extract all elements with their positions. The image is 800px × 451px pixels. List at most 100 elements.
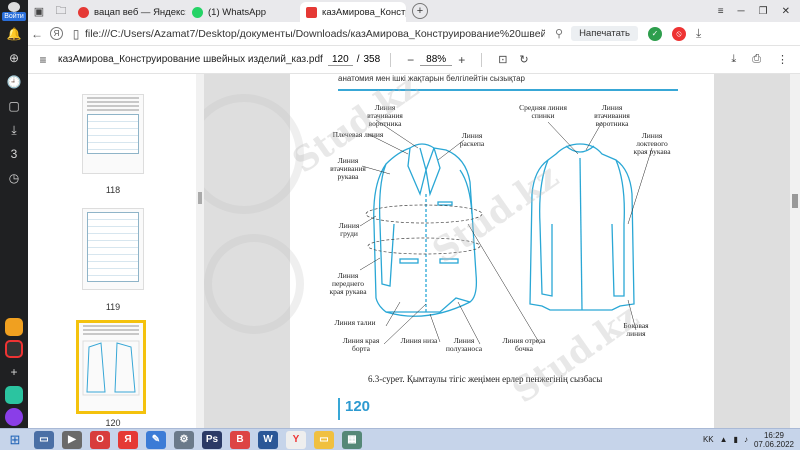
music-icon[interactable]: ◷ — [0, 166, 28, 190]
tab-bar: ▣ 🗀 вацап веб — Яндекс: наш (1) WhatsApp… — [28, 0, 800, 22]
taskbar: ⊞ ▭ ▶ O Я ✎ ⚙ Ps B W Y ▭ ▦ KK ▲ ▮ ♪ 16:2… — [0, 428, 800, 450]
pdf-icon — [306, 6, 317, 18]
thumbnail-label: 120 — [105, 418, 121, 428]
opera-icon[interactable]: O — [90, 430, 110, 449]
page-number: 120 — [338, 398, 378, 420]
menu-icon[interactable]: ≡ — [718, 6, 724, 17]
tab-pdf[interactable]: казАмирова_Конструир ✕ — [300, 2, 406, 22]
zoom-in-button[interactable]: + — [452, 53, 471, 67]
thumbnail-120[interactable] — [76, 320, 146, 414]
tab-whatsapp[interactable]: (1) WhatsApp — [186, 2, 300, 22]
adblock-icon[interactable]: ⦸ — [671, 26, 686, 41]
profile-label: Войти — [2, 12, 26, 21]
yandex-button[interactable]: Я — [50, 27, 63, 40]
collections-icon[interactable]: ▢ — [0, 94, 28, 118]
notifications-icon[interactable]: 🔔 — [0, 22, 28, 46]
tab-label: казАмирова_Конструир — [322, 6, 406, 18]
more-icon[interactable]: ⋮ — [777, 53, 788, 66]
page-total: 358 — [363, 54, 381, 65]
thumbnail-label: 118 — [105, 185, 121, 195]
date: 07.06.2022 — [753, 439, 794, 449]
zoom-level[interactable]: 88% — [420, 54, 453, 66]
network-icon[interactable]: ▮ — [734, 435, 738, 444]
page-separator: / — [356, 54, 360, 65]
label-front-edge: Линия края борта — [342, 336, 380, 353]
whatsapp-icon — [192, 6, 203, 18]
word-icon[interactable]: W — [258, 430, 278, 449]
label-chest: Линия груди — [338, 221, 360, 238]
new-tab-button[interactable]: + — [412, 3, 428, 19]
shield-icon[interactable]: ✓ — [647, 26, 662, 41]
print-button[interactable]: Напечатать — [571, 26, 638, 41]
volume-icon[interactable]: ♪ — [744, 435, 748, 444]
profile-button[interactable]: Войти — [0, 0, 28, 22]
tools-icon[interactable]: ⚙ — [174, 430, 194, 449]
explorer-icon[interactable]: ▭ — [34, 430, 54, 449]
zoom-out-button[interactable]: − — [401, 53, 420, 67]
history-icon[interactable]: 🕘 — [0, 70, 28, 94]
page-scrollbar[interactable] — [790, 74, 800, 428]
label-front-sleeve-edge: Линия переднего края рукава — [329, 271, 367, 296]
label-lapel: Линия раскепа — [459, 131, 485, 148]
folder-taskbar-icon[interactable]: ▭ — [314, 430, 334, 449]
thumbnail-label: 119 — [105, 302, 121, 312]
pdf-viewer: анатомия мен ішкі жақтарын белгілейтін с… — [204, 74, 800, 428]
download-icon[interactable]: ⤓ — [0, 118, 28, 142]
label-waist: Линия талии — [334, 318, 376, 327]
label-side-panel: Линия отреза бочка — [502, 336, 546, 353]
document-title: казАмирова_Конструирование швейных издел… — [58, 54, 323, 65]
avatar — [8, 2, 20, 12]
minimize-icon[interactable]: ─ — [738, 6, 745, 17]
voice-assistant-icon[interactable] — [5, 408, 23, 426]
language-indicator[interactable]: KK — [703, 435, 714, 444]
print-icon[interactable]: ⎙ — [752, 53, 761, 66]
image-viewer-icon[interactable]: ▦ — [342, 430, 362, 449]
vk-icon[interactable]: B — [230, 430, 250, 449]
time: 16:29 — [763, 430, 784, 440]
page-number-input[interactable]: 120 — [328, 54, 353, 66]
tab-yandex[interactable]: вацап веб — Яндекс: наш — [72, 2, 186, 22]
clock[interactable]: 16:29 07.06.2022 — [754, 431, 794, 449]
new-tab-icon[interactable]: ⊕ — [0, 46, 28, 70]
fit-page-icon[interactable]: ⊡ — [498, 53, 507, 66]
market-icon[interactable] — [5, 318, 23, 336]
folder-icon[interactable]: 🗀 — [50, 0, 72, 22]
yandex-browser-icon[interactable]: Я — [118, 430, 138, 449]
label-center-back: Средняя линия спинки — [519, 103, 567, 120]
thumbnail-118[interactable] — [82, 94, 144, 174]
media-icon[interactable]: ▶ — [62, 430, 82, 449]
yandex-icon — [78, 6, 89, 18]
tabs-overview-icon[interactable]: ▣ — [28, 0, 50, 22]
downloads-icon[interactable]: ⤓ — [696, 26, 701, 41]
thumbnail-drawing — [82, 340, 140, 396]
label-hem: Линия низа — [400, 336, 438, 345]
hamburger-icon[interactable]: ≡ — [28, 53, 58, 67]
app-icon[interactable] — [5, 386, 23, 404]
label-half-wrap: Линия полузаноса — [445, 336, 483, 353]
start-button[interactable]: ⊞ — [0, 429, 30, 451]
browser-sidebar: Войти 🔔 ⊕ 🕘 ▢ ⤓ 3 ◷ + — [0, 0, 28, 428]
add-app-icon[interactable]: + — [0, 360, 28, 384]
url-field[interactable]: file:///C:/Users/Azamat7/Desktop/докумен… — [85, 28, 545, 40]
apps-icon[interactable]: 3 — [0, 142, 28, 166]
address-bar: ← Я ▯ file:///C:/Users/Azamat7/Desktop/д… — [28, 22, 800, 46]
label-elbow-edge: Линия локтевого края рукава — [633, 131, 671, 156]
photoshop-icon[interactable]: Ps — [202, 430, 222, 449]
back-icon[interactable]: ← — [28, 27, 46, 41]
close-window-icon[interactable]: ✕ — [782, 6, 790, 17]
rotate-icon[interactable]: ↻ — [519, 53, 528, 66]
download-pdf-icon[interactable]: ⤓ — [731, 53, 736, 66]
thumbnail-scrollbar[interactable] — [196, 74, 204, 428]
watermark-logo — [204, 234, 304, 334]
protect-icon[interactable]: ⚲ — [555, 27, 563, 40]
thumbnail-119[interactable] — [82, 208, 144, 290]
maximize-icon[interactable]: ❐ — [759, 6, 768, 17]
file-icon: ▯ — [72, 26, 80, 41]
alice-icon[interactable] — [5, 340, 23, 358]
label-back-collar: Линия втачивания воротника — [594, 103, 630, 128]
yandex-taskbar-icon[interactable]: Y — [286, 430, 306, 449]
paint-icon[interactable]: ✎ — [146, 430, 166, 449]
tray-arrow-icon[interactable]: ▲ — [720, 435, 728, 444]
thumbnail-panel: 118 119 120 — [28, 74, 204, 428]
tab-label: вацап веб — Яндекс: наш — [94, 6, 186, 18]
